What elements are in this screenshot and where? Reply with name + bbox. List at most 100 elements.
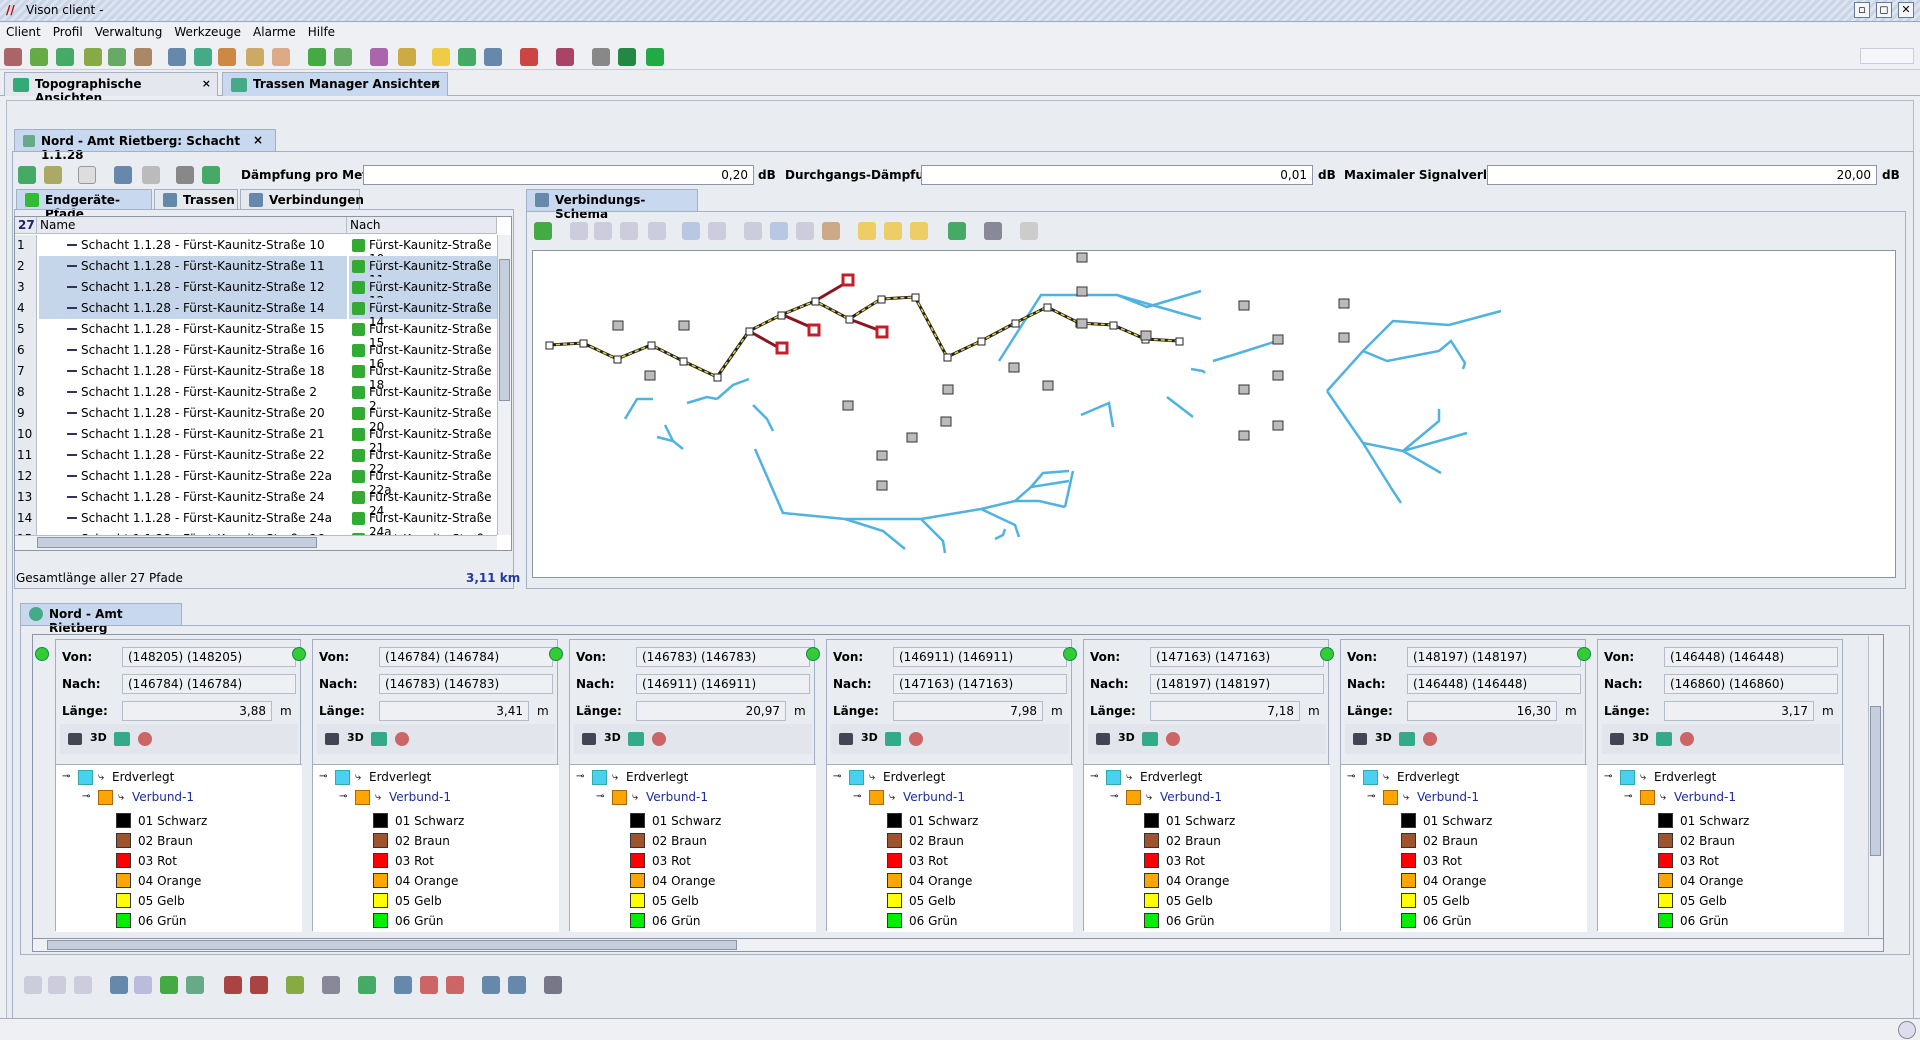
toolbar-tool-icon[interactable] <box>884 222 902 240</box>
scroll-thumb[interactable] <box>37 537 317 548</box>
laenge-field[interactable]: 3,17 <box>1664 701 1814 721</box>
path-name-cell[interactable]: Schacht 1.1.28 - Fürst-Kaunitz-Straße 14 <box>39 298 347 319</box>
toolbar-tool-icon[interactable] <box>48 976 66 994</box>
expand-icon[interactable]: ⊸ <box>1347 767 1355 787</box>
von-field[interactable]: (146783) (146783) <box>636 647 810 667</box>
close-button[interactable]: ✕ <box>1898 2 1914 18</box>
table-row[interactable]: 11 Schacht 1.1.28 - Fürst-Kaunitz-Straße … <box>15 445 497 476</box>
document-icon[interactable] <box>78 166 96 184</box>
cable-icon[interactable] <box>582 733 596 745</box>
fiber-item[interactable]: 05 Gelb <box>887 891 956 911</box>
fiber-item[interactable]: 07 Blau <box>1658 931 1726 932</box>
path-dest-cell[interactable]: Fürst-Kaunitz-Straße 10 <box>349 235 497 266</box>
toolbar-tool-icon[interactable] <box>308 48 326 66</box>
toolbar-tool-icon[interactable] <box>108 48 126 66</box>
fiber-item[interactable]: 02 Braun <box>116 831 193 851</box>
3d-button[interactable]: 3D <box>347 731 364 744</box>
fiber-item[interactable]: 02 Braun <box>1658 831 1735 851</box>
path-dest-cell[interactable]: Fürst-Kaunitz-Straße 12 <box>349 277 497 308</box>
scroll-thumb[interactable] <box>499 259 510 401</box>
toolbar-tool-icon[interactable] <box>358 976 376 994</box>
path-dest-cell[interactable]: Fürst-Kaunitz-Straße 11 <box>349 256 497 287</box>
fiber-item[interactable]: 02 Braun <box>887 831 964 851</box>
network-icon[interactable] <box>628 732 644 746</box>
path-dest-cell[interactable]: Fürst-Kaunitz-Straße 15 <box>349 319 497 350</box>
path-dest-cell[interactable]: Fürst-Kaunitz-Straße 18 <box>349 361 497 392</box>
tree-item-verbund[interactable]: ⊸ ⤷ Verbund-1 <box>1624 787 1736 807</box>
path-dest-cell[interactable]: Fürst-Kaunitz-Straße 16 <box>349 340 497 371</box>
fiber-item[interactable]: 07 Blau <box>116 931 184 932</box>
tree-item-verbund[interactable]: ⊸ ⤷ Verbund-1 <box>82 787 194 807</box>
fiber-item[interactable]: 01 Schwarz <box>1144 811 1235 831</box>
fiber-item[interactable]: 06 Grün <box>116 911 187 931</box>
fiber-item[interactable]: 03 Rot <box>630 851 691 871</box>
expand-icon[interactable]: ⊸ <box>1624 787 1632 807</box>
edit-icon[interactable] <box>44 166 62 184</box>
toolbar-tool-icon[interactable] <box>446 976 464 994</box>
measure-icon[interactable] <box>652 732 666 746</box>
path-dest-cell[interactable]: Fürst-Kaunitz-Straße 20 <box>349 403 497 434</box>
table-row[interactable]: 9 Schacht 1.1.28 - Fürst-Kaunitz-Straße 2… <box>15 403 497 434</box>
path-name-cell[interactable]: Schacht 1.1.28 - Fürst-Kaunitz-Straße 15 <box>39 319 347 340</box>
menu-alarme[interactable]: Alarme <box>247 23 302 39</box>
path-name-cell[interactable]: Schacht 1.1.28 - Fürst-Kaunitz-Straße 18 <box>39 361 347 382</box>
path-name-cell[interactable]: Schacht 1.1.28 - Fürst-Kaunitz-Straße 2 <box>39 382 347 403</box>
toolbar-tool-icon[interactable] <box>484 48 502 66</box>
tree-item-verbund[interactable]: ⊸ ⤷ Verbund-1 <box>596 787 708 807</box>
expand-icon[interactable]: ⊸ <box>1604 767 1612 787</box>
tree-item-erdverlegt[interactable]: ⊸ ⤷ Erdverlegt <box>833 767 945 787</box>
fiber-item[interactable]: 02 Braun <box>373 831 450 851</box>
fiber-item[interactable]: 06 Grün <box>887 911 958 931</box>
nach-field[interactable]: (146860) (146860) <box>1664 674 1838 694</box>
max-signalverlust-field[interactable]: 20,00 <box>1487 165 1877 185</box>
toolbar-tool-icon[interactable] <box>556 48 574 66</box>
toolbar-tool-icon[interactable] <box>134 48 152 66</box>
toolbar-tool-icon[interactable] <box>250 976 268 994</box>
3d-button[interactable]: 3D <box>604 731 621 744</box>
fiber-item[interactable]: 04 Orange <box>630 871 715 891</box>
scroll-thumb[interactable] <box>47 940 737 950</box>
tree-item-erdverlegt[interactable]: ⊸ ⤷ Erdverlegt <box>319 767 431 787</box>
fiber-item[interactable]: 05 Gelb <box>1401 891 1470 911</box>
3d-button[interactable]: 3D <box>1632 731 1649 744</box>
nach-field[interactable]: (148197) (148197) <box>1150 674 1324 694</box>
tab-trassen[interactable]: Trassen <box>154 189 238 209</box>
toolbar-tool-icon[interactable] <box>30 48 48 66</box>
durchgang-field[interactable]: 0,01 <box>921 165 1313 185</box>
fiber-item[interactable]: 07 Blau <box>887 931 955 932</box>
expand-icon[interactable]: ⊸ <box>1110 787 1118 807</box>
zoom-box-icon[interactable] <box>620 222 638 240</box>
toolbar-tool-icon[interactable] <box>246 48 264 66</box>
horizontal-scrollbar[interactable] <box>32 938 1884 952</box>
route-icon[interactable] <box>114 166 132 184</box>
von-field[interactable]: (146448) (146448) <box>1664 647 1838 667</box>
laenge-field[interactable]: 7,98 <box>893 701 1043 721</box>
fiber-item[interactable]: 01 Schwarz <box>373 811 464 831</box>
fiber-item[interactable]: 05 Gelb <box>116 891 185 911</box>
fit-icon[interactable] <box>648 222 666 240</box>
daempfung-field[interactable]: 0,20 <box>363 165 754 185</box>
network-icon[interactable] <box>114 732 130 746</box>
refresh-icon[interactable] <box>534 222 552 240</box>
fiber-item[interactable]: 07 Blau <box>630 931 698 932</box>
menu-profil[interactable]: Profil <box>47 23 89 39</box>
toolbar-tool-icon[interactable] <box>194 48 212 66</box>
3d-button[interactable]: 3D <box>1118 731 1135 744</box>
network-icon[interactable] <box>1399 732 1415 746</box>
menu-werkzeuge[interactable]: Werkzeuge <box>168 23 247 39</box>
column-header-name[interactable]: Name <box>37 217 347 234</box>
toolbar-tool-icon[interactable] <box>110 976 128 994</box>
toolbar-tool-icon[interactable] <box>176 166 194 184</box>
toolbar-tool-icon[interactable] <box>322 976 340 994</box>
toolbar-tool-icon[interactable] <box>544 976 562 994</box>
warning-icon[interactable] <box>432 48 450 66</box>
expand-icon[interactable]: ⊸ <box>853 787 861 807</box>
fiber-item[interactable]: 06 Grün <box>1144 911 1215 931</box>
toolbar-tool-icon[interactable] <box>858 222 876 240</box>
horizontal-scrollbar[interactable] <box>15 535 497 550</box>
fiber-item[interactable]: 01 Schwarz <box>116 811 207 831</box>
fiber-item[interactable]: 07 Blau <box>373 931 441 932</box>
toolbar-tool-icon[interactable] <box>508 976 526 994</box>
laenge-field[interactable]: 7,18 <box>1150 701 1300 721</box>
path-name-cell[interactable]: Schacht 1.1.28 - Fürst-Kaunitz-Straße 16 <box>39 340 347 361</box>
